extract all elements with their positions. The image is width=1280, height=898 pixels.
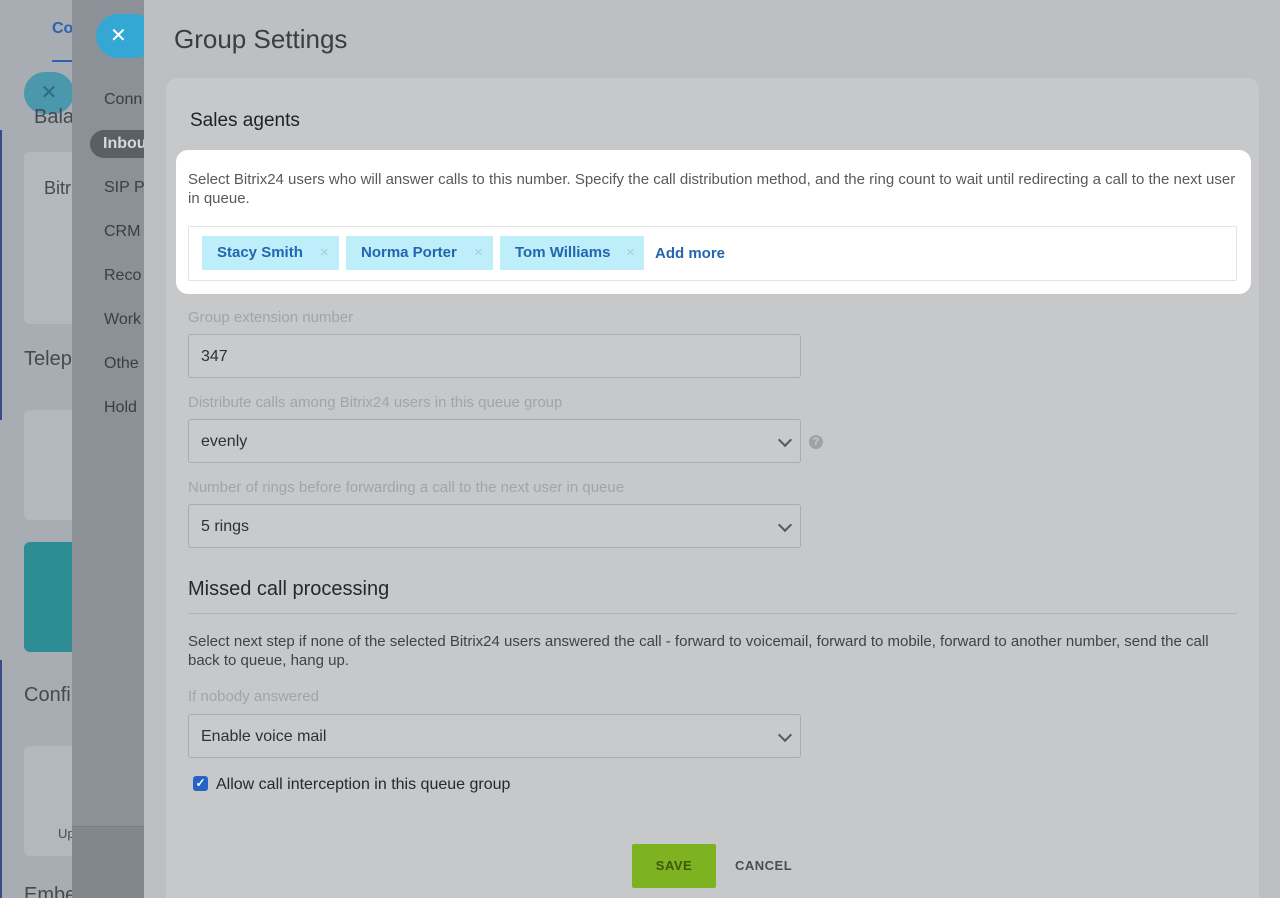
help-icon[interactable]: ? — [809, 435, 823, 449]
remove-tag-icon[interactable]: × — [626, 236, 635, 270]
slider-menu-item[interactable]: SIP P — [104, 179, 145, 197]
cancel-button[interactable]: CANCEL — [735, 858, 792, 873]
agents-selector[interactable]: Stacy Smith × Norma Porter × Tom William… — [188, 226, 1237, 281]
background-section-title: Telep — [24, 348, 72, 370]
background-section-title: Embe — [24, 884, 77, 898]
background-edge — [0, 130, 2, 420]
group-settings-slider: Group Settings Sales agents Select Bitri… — [144, 0, 1280, 898]
distribution-value: evenly — [201, 433, 248, 450]
extension-input[interactable]: 347 — [188, 334, 801, 378]
slider-menu-item[interactable]: Reco — [104, 267, 141, 285]
sales-agents-box: Select Bitrix24 users who will answer ca… — [176, 150, 1251, 294]
remove-tag-icon[interactable]: × — [474, 236, 483, 270]
agent-tag[interactable]: Norma Porter × — [346, 236, 493, 270]
interception-label[interactable]: Allow call interception in this queue gr… — [216, 776, 510, 794]
remove-tag-icon[interactable]: × — [320, 236, 329, 270]
agent-tag[interactable]: Stacy Smith × — [202, 236, 339, 270]
agents-description: Select Bitrix24 users who will answer ca… — [188, 171, 1236, 207]
missed-call-title: Missed call processing — [188, 578, 390, 600]
agent-tag-label: Norma Porter — [361, 244, 457, 261]
extension-label: Group extension number — [188, 309, 354, 326]
if-nobody-answered-select[interactable]: Enable voice mail — [188, 714, 801, 758]
background-section-title: Confi — [24, 684, 71, 706]
agent-tag-label: Tom Williams — [515, 244, 611, 261]
background-card-title: Bitr — [44, 178, 71, 198]
interception-checkbox[interactable]: ✓ — [193, 776, 208, 791]
chevron-down-icon — [777, 432, 793, 448]
slider-menu-item[interactable]: CRM — [104, 223, 140, 241]
background-tab-underline — [52, 60, 72, 62]
background-tab: Co — [52, 20, 74, 37]
chevron-down-icon — [777, 727, 793, 743]
chevron-down-icon — [777, 517, 793, 533]
slider-menu-item[interactable]: Hold — [104, 399, 137, 417]
rings-select[interactable]: 5 rings — [188, 504, 801, 548]
page-title: Group Settings — [174, 24, 348, 54]
agent-tag[interactable]: Tom Williams × — [500, 236, 644, 270]
add-more-link[interactable]: Add more — [655, 245, 725, 262]
background-edge — [0, 660, 2, 898]
rings-label: Number of rings before forwarding a call… — [188, 479, 625, 496]
slider-menu-item[interactable]: Conn — [104, 91, 142, 109]
slider-menu-item[interactable]: Work — [104, 311, 141, 329]
section-title: Sales agents — [190, 110, 300, 131]
background-slider-footer — [72, 826, 152, 898]
divider — [188, 613, 1237, 614]
if-nobody-answered-label: If nobody answered — [188, 688, 319, 705]
distribution-label: Distribute calls among Bitrix24 users in… — [188, 394, 563, 411]
if-nobody-answered-value: Enable voice mail — [201, 728, 327, 745]
agent-tag-label: Stacy Smith — [217, 244, 303, 261]
rings-value: 5 rings — [201, 518, 250, 535]
save-button[interactable]: SAVE — [632, 844, 716, 888]
missed-call-description: Select next step if none of the selected… — [188, 633, 1209, 669]
background-heading: Bala — [34, 106, 75, 128]
distribution-select[interactable]: evenly — [188, 419, 801, 463]
slider-menu-item[interactable]: Othe — [104, 355, 139, 373]
